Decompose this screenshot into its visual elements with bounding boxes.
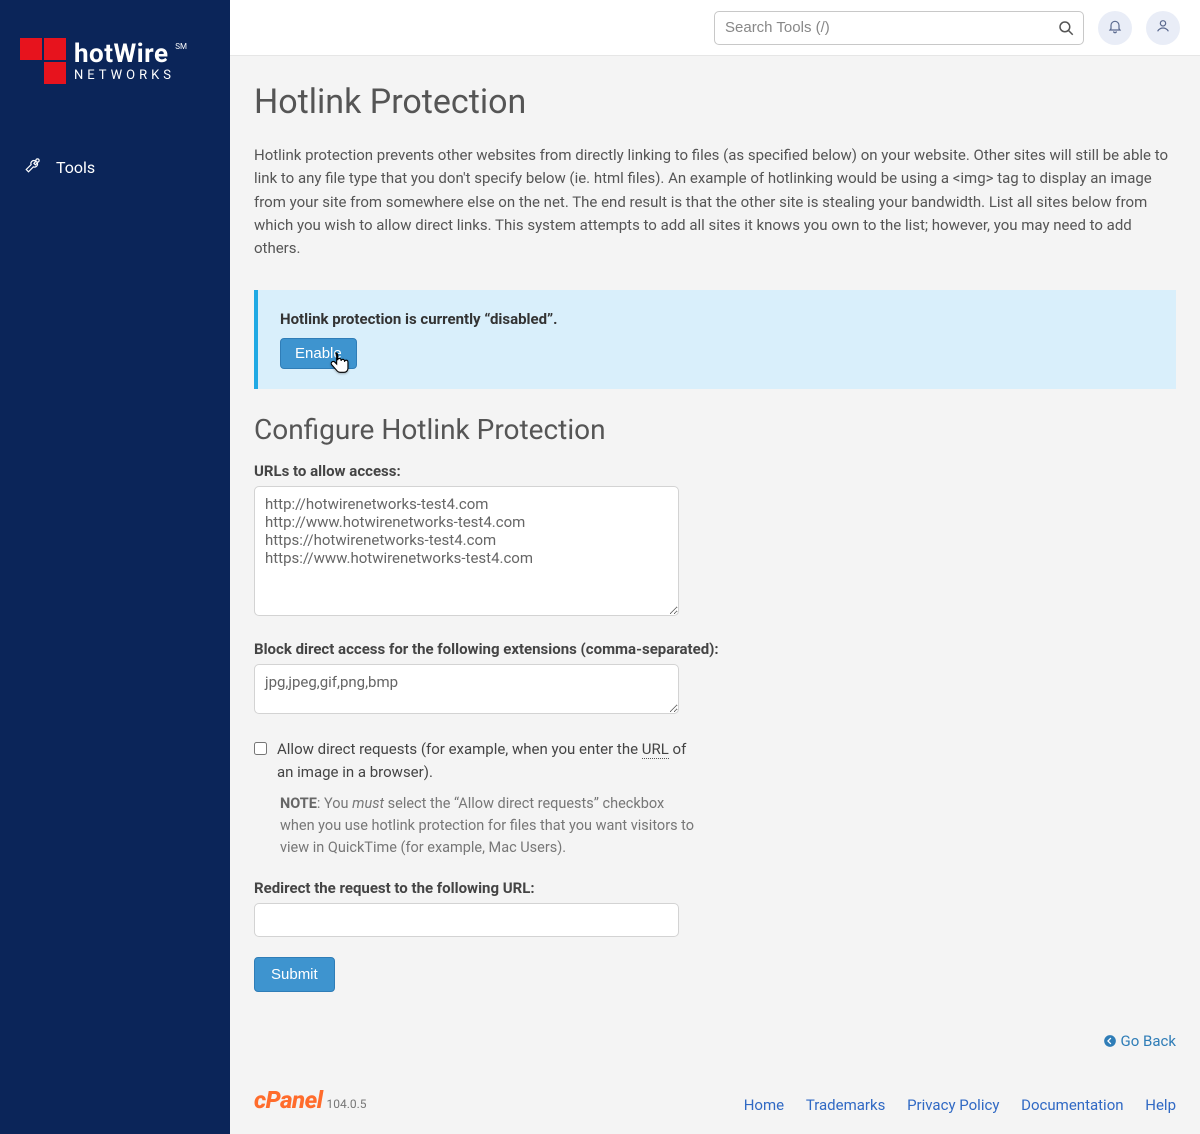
- allow-direct-note: NOTE: You must select the “Allow direct …: [280, 793, 700, 858]
- search-input[interactable]: [715, 13, 1083, 42]
- redirect-input[interactable]: [254, 903, 679, 937]
- allow-direct-label: Allow direct requests (for example, when…: [277, 738, 697, 783]
- urls-textarea[interactable]: [254, 486, 679, 616]
- sidebar: hotWire SM NETWORKS Tools: [0, 0, 230, 1134]
- configure-heading: Configure Hotlink Protection: [254, 413, 1176, 446]
- status-box: Hotlink protection is currently “disable…: [254, 290, 1176, 389]
- bell-icon: [1107, 18, 1123, 38]
- footer-docs[interactable]: Documentation: [1021, 1096, 1123, 1114]
- cursor-hand-icon: [326, 350, 352, 378]
- extensions-textarea[interactable]: [254, 664, 679, 714]
- brand-sm: SM: [175, 43, 187, 51]
- urls-label: URLs to allow access:: [254, 462, 1176, 480]
- url-abbr: URL: [642, 740, 669, 759]
- footer-home[interactable]: Home: [744, 1096, 784, 1114]
- sidebar-item-tools-label: Tools: [56, 158, 95, 177]
- note-bold: NOTE: [280, 795, 317, 812]
- note-pre: : You: [317, 795, 352, 812]
- brand-tagline: NETWORKS: [74, 69, 175, 82]
- back-arrow-icon: [1103, 1032, 1121, 1050]
- go-back-label: Go Back: [1121, 1032, 1176, 1050]
- go-back-link[interactable]: Go Back: [1103, 1032, 1176, 1050]
- status-text: Hotlink protection is currently “disable…: [280, 310, 1154, 328]
- cpanel-logo: cPanel 104.0.5: [254, 1086, 367, 1114]
- footer-links: Home Trademarks Privacy Policy Documenta…: [726, 1096, 1176, 1114]
- footer: cPanel 104.0.5 Home Trademarks Privacy P…: [254, 1070, 1176, 1114]
- account-button[interactable]: [1146, 11, 1180, 45]
- brand-name: hotWire: [74, 39, 169, 69]
- brand-mark-icon: [20, 38, 66, 84]
- footer-privacy[interactable]: Privacy Policy: [907, 1096, 999, 1114]
- cpanel-version: 104.0.5: [326, 1097, 366, 1111]
- notifications-button[interactable]: [1098, 11, 1132, 45]
- brand-logo: hotWire SM NETWORKS: [0, 28, 230, 112]
- footer-help[interactable]: Help: [1145, 1096, 1176, 1114]
- user-icon: [1155, 18, 1171, 38]
- extensions-label: Block direct access for the following ex…: [254, 640, 1176, 658]
- search-box[interactable]: [714, 11, 1084, 45]
- allow-direct-checkbox[interactable]: [254, 742, 267, 755]
- tools-icon: [24, 156, 42, 178]
- page-title: Hotlink Protection: [254, 82, 1176, 122]
- allow-direct-pre: Allow direct requests (for example, when…: [277, 740, 642, 758]
- cpanel-name: cPanel: [254, 1086, 322, 1114]
- submit-button[interactable]: Submit: [254, 957, 335, 992]
- redirect-label: Redirect the request to the following UR…: [254, 879, 1176, 897]
- topbar: [230, 0, 1200, 56]
- search-icon: [1057, 19, 1075, 37]
- footer-trademarks[interactable]: Trademarks: [806, 1096, 886, 1114]
- note-must: must: [352, 795, 384, 812]
- page-description: Hotlink protection prevents other websit…: [254, 144, 1176, 260]
- sidebar-item-tools[interactable]: Tools: [0, 142, 230, 192]
- main: Hotlink Protection Hotlink protection pr…: [230, 0, 1200, 1134]
